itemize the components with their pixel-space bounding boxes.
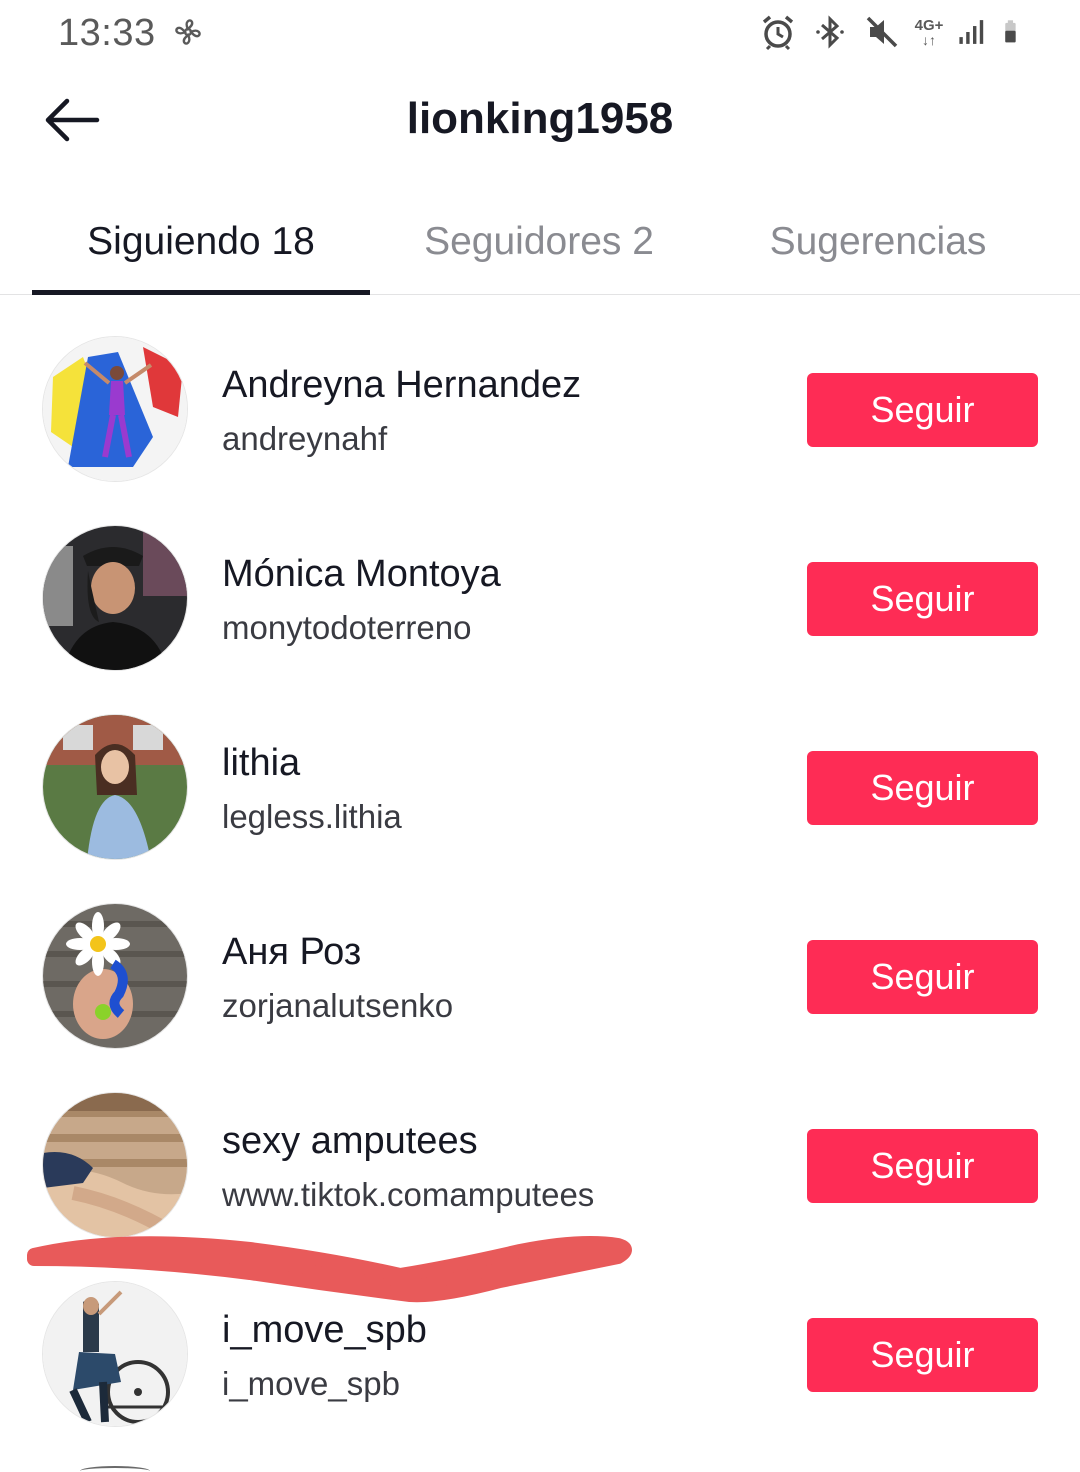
status-bar: 13:33 4G+ ↓↑ bbox=[0, 0, 1080, 66]
user-handle: monytodoterreno bbox=[222, 609, 472, 646]
user-name: sexy amputees bbox=[222, 1120, 478, 1162]
header: lionking1958 bbox=[0, 70, 1080, 170]
active-tab-indicator bbox=[32, 290, 370, 295]
avatar-image bbox=[43, 1282, 187, 1426]
user-handle: zorjanalutsenko bbox=[222, 987, 454, 1024]
avatar-image bbox=[43, 715, 187, 859]
network-4g-icon: 4G+ ↓↑ bbox=[914, 16, 944, 48]
list-item[interactable]: sexy amputees www.tiktok.comamputees Seg… bbox=[0, 1072, 1080, 1261]
signal-icon bbox=[959, 20, 984, 44]
user-name: Andreyna Hernandez bbox=[222, 364, 582, 406]
follow-button[interactable]: Seguir bbox=[807, 1318, 1038, 1392]
status-time: 13:33 bbox=[58, 12, 156, 54]
list-item[interactable]: i_move_spb i_move_spb Seguir bbox=[0, 1261, 1080, 1450]
avatar[interactable] bbox=[42, 1281, 188, 1427]
user-handle: www.tiktok.comamputees bbox=[222, 1176, 595, 1213]
user-name: lithia bbox=[222, 742, 301, 784]
list-item[interactable]: lithia legless.lithia Seguir bbox=[0, 694, 1080, 883]
user-handle: i_move_spb bbox=[222, 1365, 400, 1402]
page-title: lionking1958 bbox=[406, 94, 674, 143]
avatar[interactable] bbox=[42, 336, 188, 482]
next-avatar-peek bbox=[80, 1466, 150, 1472]
follow-button[interactable]: Seguir bbox=[807, 562, 1038, 636]
network-label: 4G+ bbox=[914, 16, 944, 34]
follow-button[interactable]: Seguir bbox=[807, 1129, 1038, 1203]
tab-suggestions[interactable]: Sugerencias bbox=[708, 190, 1048, 294]
battery-icon bbox=[1005, 20, 1016, 43]
follow-button[interactable]: Seguir bbox=[807, 940, 1038, 1014]
avatar-image bbox=[43, 526, 187, 670]
list-item[interactable]: Аня Роз zorjanalutsenko Seguir bbox=[0, 883, 1080, 1072]
mute-icon bbox=[866, 16, 898, 48]
list-item[interactable]: Mónica Montoya monytodoterreno Seguir bbox=[0, 505, 1080, 694]
tab-following[interactable]: Siguiendo 18 bbox=[32, 190, 370, 294]
bluetooth-icon bbox=[816, 15, 844, 49]
avatar[interactable] bbox=[42, 903, 188, 1049]
avatar-image bbox=[43, 1093, 187, 1237]
user-handle: andreynahf bbox=[222, 420, 388, 457]
status-icons: 4G+ ↓↑ bbox=[758, 10, 1028, 54]
avatar-image bbox=[43, 904, 187, 1048]
avatar[interactable] bbox=[42, 525, 188, 671]
user-handle: legless.lithia bbox=[222, 798, 402, 835]
alarm-icon bbox=[762, 15, 794, 51]
fan-icon bbox=[175, 19, 201, 45]
follow-button[interactable]: Seguir bbox=[807, 751, 1038, 825]
follow-button[interactable]: Seguir bbox=[807, 373, 1038, 447]
avatar-image bbox=[43, 337, 187, 481]
tab-followers[interactable]: Seguidores 2 bbox=[370, 190, 708, 294]
avatar[interactable] bbox=[42, 714, 188, 860]
user-name: Mónica Montoya bbox=[222, 553, 501, 595]
list-item[interactable]: Andreyna Hernandez andreynahf Seguir bbox=[0, 316, 1080, 505]
avatar[interactable] bbox=[42, 1092, 188, 1238]
user-name: i_move_spb bbox=[222, 1309, 427, 1351]
user-name: Аня Роз bbox=[222, 931, 362, 973]
tab-bar: Siguiendo 18 Seguidores 2 Sugerencias bbox=[0, 190, 1080, 295]
